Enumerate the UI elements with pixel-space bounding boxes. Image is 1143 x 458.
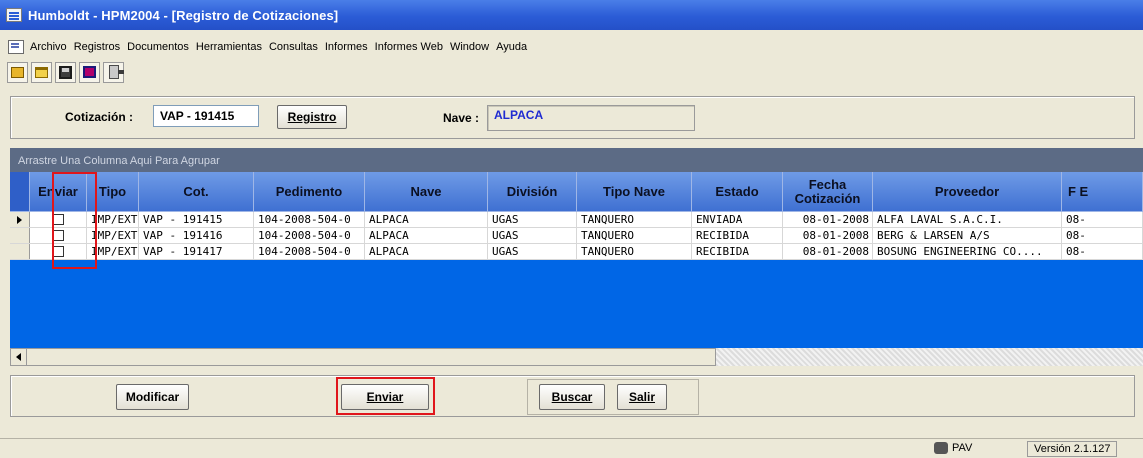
row-indicator-header — [10, 172, 30, 212]
row-indicator — [10, 244, 30, 259]
cell-tipo-nave: TANQUERO — [577, 212, 692, 227]
cell-estado: RECIBIDA — [692, 244, 783, 259]
col-division[interactable]: División — [488, 172, 577, 212]
col-pedimento[interactable]: Pedimento — [254, 172, 365, 212]
title-bar[interactable]: Humboldt - HPM2004 - [Registro de Cotiza… — [0, 0, 1143, 30]
cell-cot: VAP - 191417 — [139, 244, 254, 259]
current-row-arrow-icon — [17, 215, 22, 224]
cell-extra: 08- — [1062, 212, 1143, 227]
cell-nave: ALPACA — [365, 212, 488, 227]
grid-header: Enviar Tipo Cot. Pedimento Nave División… — [10, 172, 1143, 212]
application-window: Humboldt - HPM2004 - [Registro de Cotiza… — [0, 0, 1143, 458]
col-nave[interactable]: Nave — [365, 172, 488, 212]
new-icon — [11, 66, 24, 78]
save-icon — [59, 65, 72, 79]
nave-field: ALPACA — [487, 105, 695, 131]
arrow-left-icon — [16, 353, 21, 361]
scroll-left-button[interactable] — [11, 349, 27, 365]
group-by-hint[interactable]: Arrastre Una Columna Aqui Para Agrupar — [10, 148, 1143, 172]
cell-estado: ENVIADA — [692, 212, 783, 227]
status-user-name: PAV — [952, 442, 973, 454]
search-panel: Cotización : VAP - 191415 Registro Nave … — [10, 96, 1135, 139]
row-indicator — [10, 228, 30, 243]
menu-ayuda[interactable]: Ayuda — [496, 41, 527, 53]
cell-nave: ALPACA — [365, 228, 488, 243]
menu-window[interactable]: Window — [450, 41, 489, 53]
menu-consultas[interactable]: Consultas — [269, 41, 318, 53]
cell-fecha: 08-01-2008 — [783, 244, 873, 259]
cell-proveedor: BOSUNG ENGINEERING CO.... — [873, 244, 1062, 259]
cell-pedimento: 104-2008-504-0 — [254, 244, 365, 259]
open-icon — [35, 66, 48, 78]
grid-body: IMP/EXT VAP - 191415 104-2008-504-0 ALPA… — [10, 212, 1143, 260]
registro-button[interactable]: Registro — [277, 105, 347, 129]
table-row[interactable]: IMP/EXT VAP - 191416 104-2008-504-0 ALPA… — [10, 228, 1143, 244]
cell-pedimento: 104-2008-504-0 — [254, 228, 365, 243]
exit-button[interactable] — [103, 61, 124, 83]
menu-informes-web[interactable]: Informes Web — [375, 41, 443, 53]
row-indicator — [10, 212, 30, 227]
open-button[interactable] — [31, 61, 52, 83]
table-row[interactable]: IMP/EXT VAP - 191417 104-2008-504-0 ALPA… — [10, 244, 1143, 260]
col-fecha-cotizacion[interactable]: Fecha Cotización — [783, 172, 873, 212]
print-icon — [83, 66, 96, 78]
menu-documentos[interactable]: Documentos — [127, 41, 189, 53]
document-icon[interactable] — [8, 40, 24, 54]
col-tipo-nave[interactable]: Tipo Nave — [577, 172, 692, 212]
col-proveedor[interactable]: Proveedor — [873, 172, 1062, 212]
scrollbar-track[interactable] — [716, 348, 1143, 366]
enviar-button-highlight — [336, 377, 435, 415]
menu-bar: Archivo Registros Documentos Herramienta… — [0, 37, 1143, 57]
cotizaciones-grid: Arrastre Una Columna Aqui Para Agrupar E… — [10, 148, 1143, 366]
cell-extra: 08- — [1062, 244, 1143, 259]
save-button[interactable] — [55, 61, 76, 83]
cell-proveedor: BERG & LARSEN A/S — [873, 228, 1062, 243]
new-button[interactable] — [7, 61, 28, 83]
menu-informes[interactable]: Informes — [325, 41, 368, 53]
cell-cot: VAP - 191415 — [139, 212, 254, 227]
salir-button[interactable]: Salir — [617, 384, 667, 410]
menu-registros[interactable]: Registros — [74, 41, 120, 53]
actions-panel: Modificar Enviar Buscar Salir — [10, 375, 1135, 417]
cell-extra: 08- — [1062, 228, 1143, 243]
window-title: Humboldt - HPM2004 - [Registro de Cotiza… — [28, 7, 339, 23]
enviar-column-highlight — [52, 172, 97, 269]
cell-fecha: 08-01-2008 — [783, 228, 873, 243]
menu-archivo[interactable]: Archivo — [30, 41, 67, 53]
table-row[interactable]: IMP/EXT VAP - 191415 104-2008-504-0 ALPA… — [10, 212, 1143, 228]
buscar-button[interactable]: Buscar — [539, 384, 605, 410]
status-version: Versión 2.1.127 — [1027, 441, 1118, 457]
status-user: PAV — [934, 442, 972, 454]
menu-herramientas[interactable]: Herramientas — [196, 41, 262, 53]
toolbar — [7, 60, 124, 84]
col-extra[interactable]: F E — [1062, 172, 1143, 212]
cell-estado: RECIBIDA — [692, 228, 783, 243]
col-cot[interactable]: Cot. — [139, 172, 254, 212]
status-bar: PAV Versión 2.1.127 — [0, 438, 1143, 458]
nave-label: Nave : — [443, 111, 480, 125]
cell-cot: VAP - 191416 — [139, 228, 254, 243]
print-button[interactable] — [79, 61, 100, 83]
cell-proveedor: ALFA LAVAL S.A.C.I. — [873, 212, 1062, 227]
user-icon — [934, 442, 948, 454]
cell-nave: ALPACA — [365, 244, 488, 259]
cell-fecha: 08-01-2008 — [783, 212, 873, 227]
col-estado[interactable]: Estado — [692, 172, 783, 212]
horizontal-scrollbar[interactable] — [10, 348, 716, 366]
exit-icon — [108, 65, 124, 79]
grid-empty-area — [10, 260, 1143, 346]
cell-pedimento: 104-2008-504-0 — [254, 212, 365, 227]
cotizacion-label: Cotización : — [65, 110, 133, 124]
cell-tipo-nave: TANQUERO — [577, 244, 692, 259]
cell-division: UGAS — [488, 244, 577, 259]
cotizacion-input[interactable]: VAP - 191415 — [153, 105, 259, 127]
cell-division: UGAS — [488, 228, 577, 243]
modificar-button[interactable]: Modificar — [116, 384, 189, 410]
cell-division: UGAS — [488, 212, 577, 227]
window-icon[interactable] — [6, 8, 22, 22]
cell-tipo-nave: TANQUERO — [577, 228, 692, 243]
